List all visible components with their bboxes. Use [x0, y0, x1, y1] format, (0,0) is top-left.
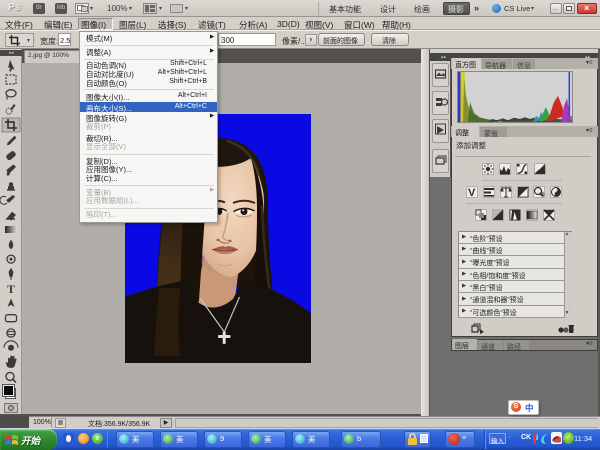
svg-text:T: T [7, 282, 15, 296]
svg-text:V: V [468, 187, 476, 198]
